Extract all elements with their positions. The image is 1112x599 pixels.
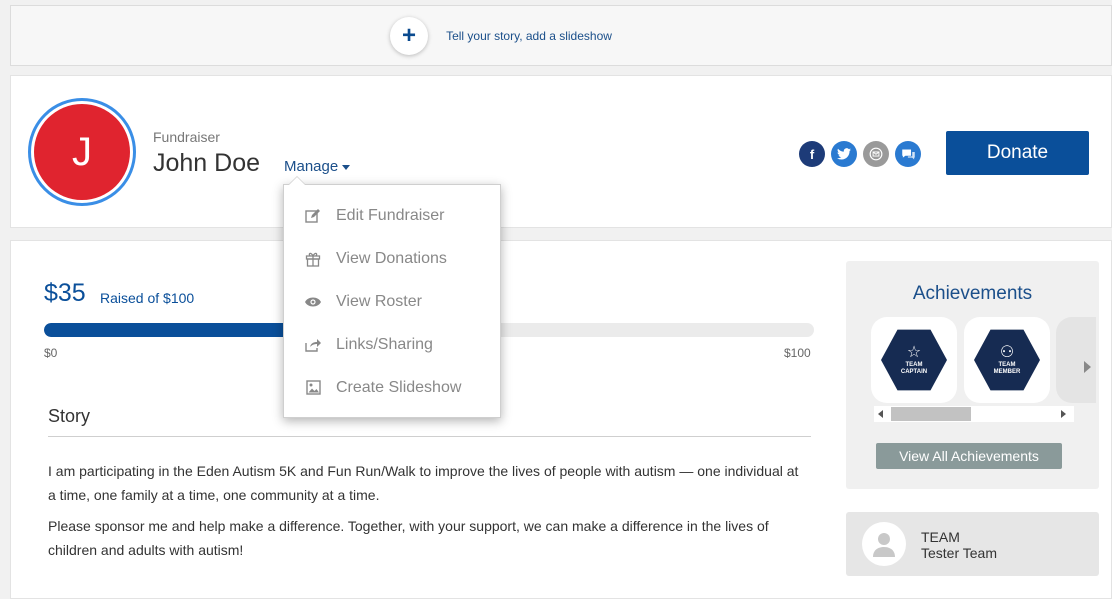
pencil-square-icon: [302, 205, 324, 227]
story-divider: [48, 436, 811, 437]
achievement-badge-partial[interactable]: [1056, 317, 1096, 403]
plus-icon: +: [402, 21, 417, 49]
menu-item-label: View Donations: [336, 249, 447, 267]
badge-line2: CAPTAIN: [900, 369, 928, 375]
fundraiser-content: $35 Raised of $100 $0 $100 Story I am pa…: [10, 240, 1112, 599]
avatar-initial: J: [34, 104, 130, 200]
menu-item-view-donations[interactable]: View Donations: [284, 237, 500, 280]
team-avatar: [862, 522, 906, 566]
menu-item-edit-fundraiser[interactable]: Edit Fundraiser: [284, 194, 500, 237]
menu-item-label: Create Slideshow: [336, 378, 462, 396]
add-story-button[interactable]: +: [390, 16, 429, 55]
progress-max-label: $100: [784, 346, 811, 360]
story-heading: Story: [48, 406, 91, 426]
team-label: TEAM: [921, 529, 960, 545]
manage-menu: Edit Fundraiser View Donations View Rost…: [283, 176, 501, 418]
avatar: J: [28, 98, 136, 206]
team-captain-badge-icon: ☆ TEAM CAPTAIN: [881, 329, 947, 391]
people-group-icon: ⚇: [999, 344, 1015, 361]
gift-icon: [302, 248, 324, 270]
achievement-badge-team-captain[interactable]: ☆ TEAM CAPTAIN: [871, 317, 957, 403]
badge-line2: MEMBER: [993, 369, 1021, 375]
badge-line1: TEAM: [998, 362, 1016, 368]
add-story-link[interactable]: Tell your story, add a slideshow: [446, 29, 612, 43]
story-paragraph: I am participating in the Eden Autism 5K…: [48, 463, 799, 503]
scroll-left-arrow-icon[interactable]: [878, 410, 883, 418]
menu-item-label: View Roster: [336, 292, 422, 310]
share-icon: [302, 334, 324, 356]
progress-min-label: $0: [44, 346, 58, 360]
email-icon[interactable]: [863, 141, 889, 167]
facebook-icon[interactable]: f: [799, 141, 825, 167]
menu-item-view-roster[interactable]: View Roster: [284, 280, 500, 323]
achievement-badge-team-member[interactable]: ⚇ TEAM MEMBER: [964, 317, 1050, 403]
twitter-icon[interactable]: [831, 141, 857, 167]
raised-amount: $35: [44, 279, 86, 307]
team-name[interactable]: Tester Team: [921, 545, 997, 561]
donate-button[interactable]: Donate: [946, 131, 1089, 175]
menu-item-links-sharing[interactable]: Links/Sharing: [284, 323, 500, 366]
person-silhouette-icon: [873, 533, 895, 557]
scroll-right-arrow-icon[interactable]: [1061, 410, 1066, 418]
story-paragraph: Please sponsor me and help make a differ…: [48, 518, 769, 558]
carousel-next-arrow-icon[interactable]: [1084, 361, 1091, 373]
menu-item-create-slideshow[interactable]: Create Slideshow: [284, 366, 500, 409]
team-card[interactable]: TEAM Tester Team: [846, 512, 1099, 576]
add-story-banner: + Tell your story, add a slideshow: [10, 5, 1112, 66]
fundraiser-name: John Doe: [153, 149, 261, 177]
achievements-scrollbar[interactable]: [874, 406, 1074, 422]
scrollbar-thumb[interactable]: [891, 407, 971, 421]
eye-icon: [302, 291, 324, 313]
image-icon: [302, 377, 324, 399]
achievements-heading: Achievements: [912, 283, 1033, 304]
team-member-badge-icon: ⚇ TEAM MEMBER: [974, 329, 1040, 391]
badge-line1: TEAM: [905, 362, 923, 368]
progress-bar-fill: [44, 323, 314, 337]
caret-down-icon: [342, 164, 351, 170]
chat-icon[interactable]: [895, 141, 921, 167]
manage-dropdown-toggle[interactable]: Manage: [284, 158, 351, 175]
menu-item-label: Edit Fundraiser: [336, 206, 445, 224]
achievements-panel: Achievements ☆ TEAM CAPTAIN ⚇ TEAM MEMBE…: [846, 261, 1099, 489]
menu-item-label: Links/Sharing: [336, 335, 433, 353]
captain-star-icon: ☆: [906, 344, 922, 361]
view-all-achievements-button[interactable]: View All Achievements: [876, 443, 1062, 469]
social-share-group: f: [799, 141, 921, 167]
fundraiser-role: Fundraiser: [153, 129, 220, 145]
manage-label: Manage: [284, 158, 339, 175]
raised-goal-text: Raised of $100: [100, 290, 195, 306]
fundraiser-header: J Fundraiser John Doe Manage f Donate: [10, 75, 1112, 228]
